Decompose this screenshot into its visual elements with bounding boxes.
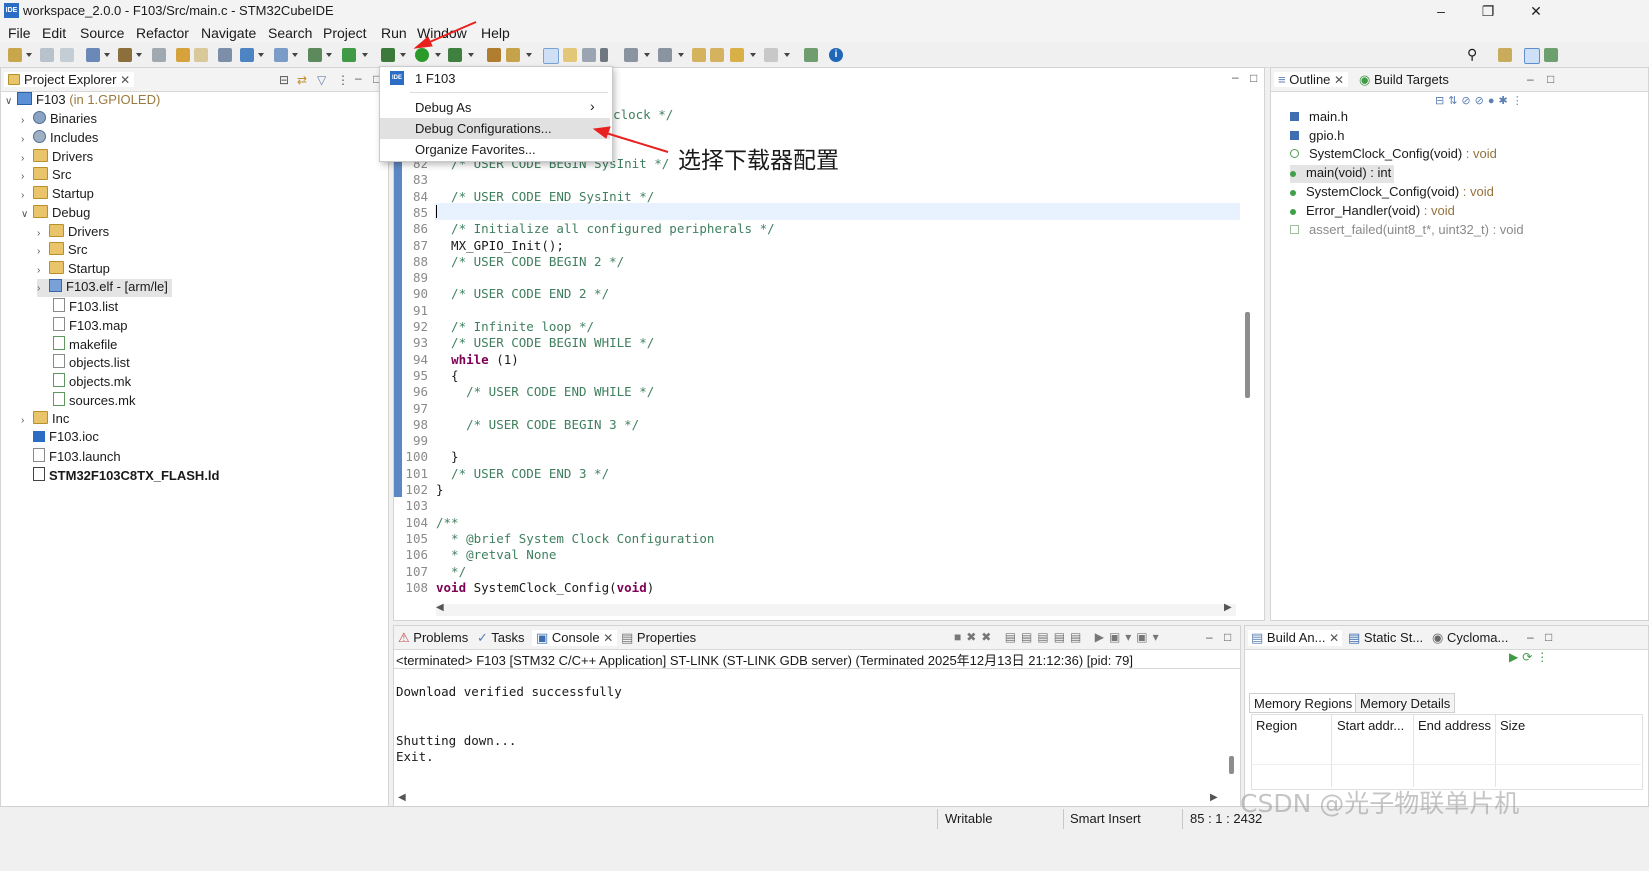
status-insert-mode: Smart Insert: [1070, 811, 1141, 826]
status-writable: Writable: [945, 811, 993, 826]
arrow-to-debug-configurations: [592, 126, 669, 153]
annotation-text: 选择下载器配置: [678, 148, 839, 174]
arrow-to-debug-button: [413, 21, 477, 49]
annotation-overlay: [413, 21, 669, 153]
watermark: CSDN @光子物联单片机: [1240, 789, 1520, 818]
